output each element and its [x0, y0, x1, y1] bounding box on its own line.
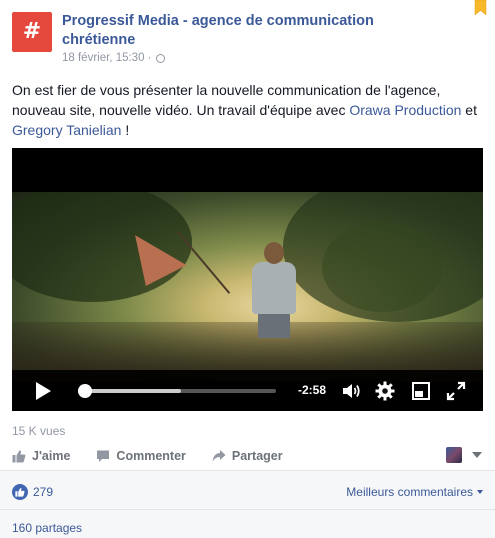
progress-knob[interactable] [78, 384, 92, 398]
bookmark-icon[interactable] [474, 0, 487, 16]
like-count-value: 279 [33, 485, 54, 499]
settings-gear-icon[interactable] [374, 380, 396, 402]
post-text-end: ! [121, 122, 130, 138]
comment-icon [97, 450, 110, 462]
progress-buffered [78, 389, 181, 393]
top-comments-label: Meilleurs commentaires [346, 485, 473, 499]
progress-track[interactable] [78, 384, 276, 398]
globe-icon [155, 53, 165, 63]
post-timestamp[interactable]: 18 février, 15:30 · [62, 52, 152, 64]
tag-orawa-production-link[interactable]: Orawa Production [349, 102, 461, 118]
video-frame[interactable] [12, 192, 483, 382]
video-player[interactable]: -2:58 [12, 148, 483, 411]
page-name-link[interactable]: Progressif Media - agence de communicati… [62, 12, 392, 50]
fullscreen-icon[interactable] [445, 380, 467, 402]
post-text-mid: et [461, 102, 477, 118]
reactions-count[interactable]: 279 [12, 484, 53, 500]
person-figure [252, 262, 296, 314]
post-summary: 279 Meilleurs commentaires 160 partages [0, 471, 495, 538]
theater-mode-icon[interactable] [410, 380, 432, 402]
like-button[interactable]: J'aime [12, 449, 70, 463]
chevron-down-icon[interactable] [472, 452, 482, 458]
play-icon[interactable] [36, 382, 51, 400]
volume-icon[interactable] [340, 380, 362, 402]
comment-label: Commenter [116, 449, 186, 463]
share-count[interactable]: 160 partages [12, 521, 82, 535]
comment-button[interactable]: Commenter [96, 449, 186, 463]
action-bar: J'aime Commenter Partager [12, 446, 484, 466]
thumbs-up-icon [12, 450, 26, 463]
top-comments-dropdown[interactable]: Meilleurs commentaires [346, 485, 483, 499]
post-body: On est fier de vous présenter la nouvell… [12, 80, 482, 140]
time-remaining: -2:58 [298, 383, 327, 397]
share-button[interactable]: Partager [212, 449, 283, 463]
view-count: 15 K vues [12, 424, 66, 438]
facebook-post: # Progressif Media - agence de communica… [0, 0, 495, 538]
page-avatar[interactable]: # [12, 12, 52, 52]
like-label: J'aime [32, 449, 71, 463]
divider [0, 509, 495, 510]
like-badge-icon [12, 484, 28, 500]
avatar-glyph: # [22, 19, 42, 44]
post-meta: 18 février, 15:30 · [62, 52, 165, 64]
share-arrow-icon [212, 450, 226, 462]
chevron-down-icon [477, 490, 483, 494]
share-as-avatar[interactable] [446, 447, 462, 463]
tag-gregory-tanielian-link[interactable]: Gregory Tanielian [12, 122, 121, 138]
video-controls: -2:58 [12, 370, 483, 411]
share-label: Partager [231, 449, 283, 463]
